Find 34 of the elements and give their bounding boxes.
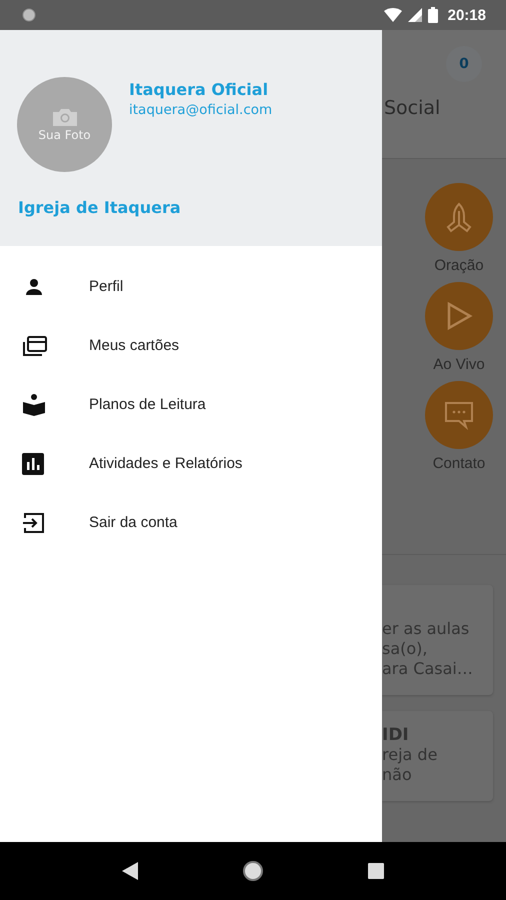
home-icon[interactable] <box>242 860 264 882</box>
battery-icon <box>428 7 438 23</box>
bar-chart-icon <box>22 452 44 474</box>
clock-time: 20:18 <box>448 6 486 24</box>
menu-item[interactable]: Atividades e Relatórios <box>0 434 382 493</box>
card-text: IDI <box>382 725 410 745</box>
chat-icon <box>444 400 474 430</box>
menu-item[interactable]: Perfil <box>0 257 382 316</box>
church-name: Igreja de Itaquera <box>18 198 182 217</box>
menu-item[interactable]: Planos de Leitura <box>0 375 382 434</box>
notification-dot-icon <box>22 8 36 22</box>
action-label: Oração <box>434 257 484 274</box>
card-text: ara Casai… <box>382 659 474 679</box>
card-text: reja de <box>382 745 438 765</box>
action-label: Ao Vivo <box>433 356 485 373</box>
user-email: itaquera@oficial.com <box>129 102 272 118</box>
cards-icon <box>22 334 48 358</box>
card-text: er as aulas <box>382 619 470 639</box>
reader-book-icon <box>22 392 46 416</box>
praying-hands-icon <box>444 201 474 233</box>
wifi-icon <box>384 8 402 22</box>
menu-item[interactable]: Sair da conta <box>0 493 382 552</box>
exit-icon <box>22 510 46 534</box>
camera-icon <box>52 108 76 126</box>
play-icon <box>445 301 473 331</box>
signal-icon <box>408 8 422 22</box>
menu-item[interactable]: Meus cartões <box>0 316 382 375</box>
card-text: sa(o), <box>382 639 428 659</box>
action-label: Contato <box>432 455 486 472</box>
photo-label: Sua Foto <box>38 128 91 142</box>
back-icon[interactable] <box>122 862 138 880</box>
user-name: Itaquera Oficial <box>129 80 270 99</box>
page-title: Social <box>383 97 440 119</box>
card-text: não <box>382 765 413 785</box>
